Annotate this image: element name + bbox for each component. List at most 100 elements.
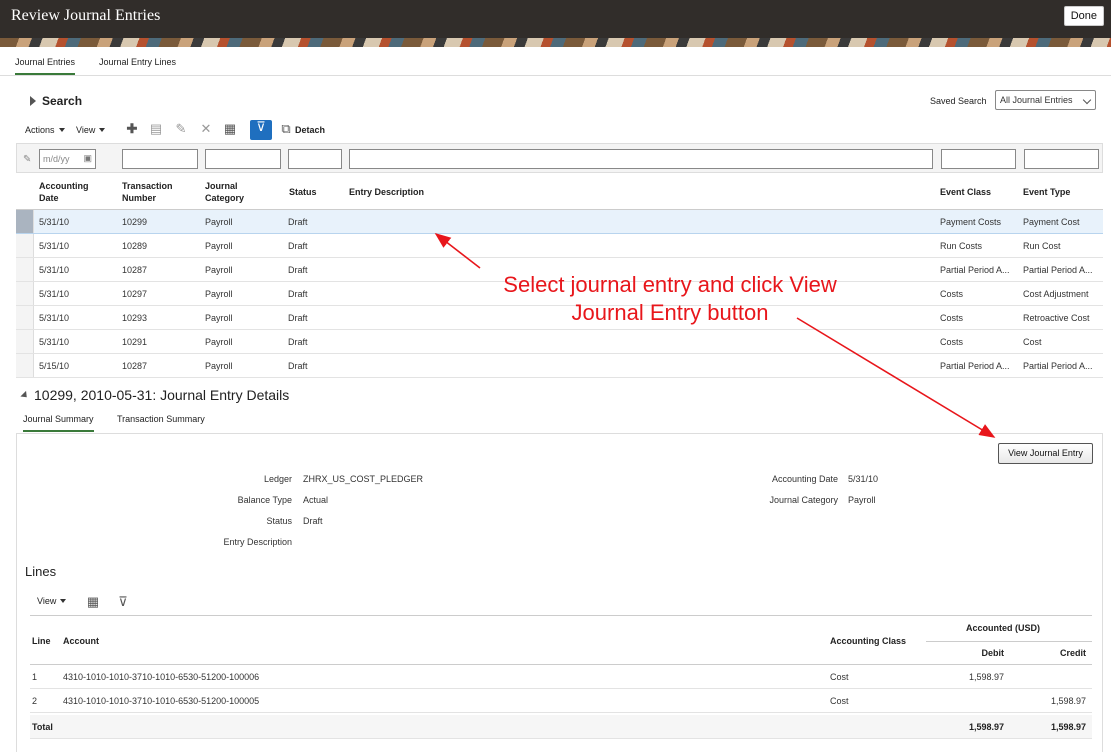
- row-selector[interactable]: [16, 210, 34, 233]
- total-row: Total 1,598.97 1,598.97: [30, 715, 1092, 739]
- details-title: 10299, 2010-05-31: Journal Entry Details: [34, 387, 290, 403]
- col-entry-description[interactable]: Entry Description: [349, 186, 424, 198]
- cell-transaction-number: 10287: [122, 361, 148, 371]
- table-row[interactable]: 5/31/10 10289 Payroll Draft Run Costs Ru…: [16, 234, 1103, 258]
- edit-icon[interactable]: ✎: [174, 122, 188, 136]
- saved-search-select[interactable]: All Journal Entries: [995, 90, 1096, 110]
- filter-status[interactable]: [288, 149, 342, 169]
- row-selector[interactable]: [16, 282, 34, 305]
- field-label-accounting-date: Accounting Date: [771, 474, 838, 484]
- filter-event-type[interactable]: [1024, 149, 1099, 169]
- row-selector[interactable]: [16, 354, 34, 377]
- view-journal-entry-button[interactable]: View Journal Entry: [998, 443, 1093, 464]
- cell-event-class: Costs: [940, 289, 964, 299]
- filter-icon[interactable]: ⊽: [250, 120, 272, 140]
- actions-menu[interactable]: Actions: [25, 125, 65, 135]
- col-line[interactable]: Line: [32, 636, 51, 646]
- table-row[interactable]: 5/31/10 10299 Payroll Draft Payment Cost…: [16, 210, 1103, 234]
- cell-accounting-date: 5/31/10: [39, 265, 70, 275]
- table-row[interactable]: 5/31/10 10291 Payroll Draft Costs Cost: [16, 330, 1103, 354]
- filter-accounting-date[interactable]: m/d/yy ▣: [39, 149, 96, 169]
- view-journal-icon[interactable]: ▦: [86, 595, 100, 609]
- cell-journal-category: Payroll: [205, 217, 233, 227]
- lines-view-label: View: [37, 596, 57, 606]
- cell-event-type: Payment Cost: [1023, 217, 1080, 227]
- cell-event-class: Costs: [940, 337, 964, 347]
- col-event-type[interactable]: Event Type: [1023, 186, 1070, 198]
- cell-status: Draft: [288, 361, 308, 371]
- view-menu[interactable]: View: [76, 125, 106, 135]
- filter-transaction-number[interactable]: [122, 149, 198, 169]
- col-journal-category[interactable]: Journal Category: [205, 180, 275, 204]
- view-journal-icon[interactable]: ▦: [223, 122, 237, 136]
- cell-accounting-date: 5/31/10: [39, 289, 70, 299]
- cell-journal-category: Payroll: [205, 337, 233, 347]
- cell-credit: 1,598.97: [1050, 696, 1086, 706]
- actions-label: Actions: [25, 125, 55, 135]
- details-tabs: Journal Summary Transaction Summary: [16, 410, 1103, 434]
- cell-event-class: Partial Period A...: [940, 265, 1010, 275]
- col-event-class[interactable]: Event Class: [940, 186, 991, 198]
- cell-transaction-number: 10299: [122, 217, 148, 227]
- tab-journal-entry-lines[interactable]: Journal Entry Lines: [99, 57, 176, 67]
- col-status[interactable]: Status: [289, 186, 317, 198]
- add-icon[interactable]: ✚: [125, 122, 139, 136]
- saved-search-label: Saved Search: [930, 96, 987, 106]
- tab-journal-entries[interactable]: Journal Entries: [15, 57, 76, 75]
- filter-icon[interactable]: ⊽: [116, 595, 130, 609]
- col-accounting-class[interactable]: Accounting Class: [830, 636, 906, 646]
- filter-event-class[interactable]: [941, 149, 1016, 169]
- grid-toolbar: Actions View ✚ ▤ ✎ ✕ ▦ ⊽ ⧉ Detach: [25, 120, 525, 140]
- header-divider: [926, 641, 1092, 642]
- cell-event-type: Partial Period A...: [1023, 265, 1093, 275]
- cell-status: Draft: [288, 241, 308, 251]
- cell-debit: 1,598.97: [968, 672, 1004, 682]
- col-credit[interactable]: Credit: [1050, 648, 1086, 658]
- row-selector[interactable]: [16, 258, 34, 281]
- title-bar: Review Journal Entries Done: [0, 0, 1111, 38]
- details-header[interactable]: 10299, 2010-05-31: Journal Entry Details: [20, 387, 290, 403]
- col-transaction-number[interactable]: Transaction Number: [122, 180, 192, 204]
- field-value-balance-type: Actual: [303, 495, 329, 505]
- cell-accounting-date: 5/31/10: [39, 337, 70, 347]
- field-label-ledger: Ledger: [263, 474, 292, 484]
- cell-accounting-date: 5/31/10: [39, 241, 70, 251]
- cell-journal-category: Payroll: [205, 313, 233, 323]
- tab-journal-summary[interactable]: Journal Summary: [23, 414, 94, 432]
- detach-icon[interactable]: ⧉: [279, 122, 293, 136]
- cell-event-type: Cost Adjustment: [1023, 289, 1089, 299]
- filter-journal-category[interactable]: [205, 149, 281, 169]
- row-selector[interactable]: [16, 306, 34, 329]
- cell-transaction-number: 10287: [122, 265, 148, 275]
- date-placeholder: m/d/yy: [43, 154, 70, 164]
- tab-transaction-summary[interactable]: Transaction Summary: [117, 414, 205, 424]
- cell-account: 4310-1010-1010-3710-1010-6530-51200-1000…: [63, 696, 260, 706]
- table-row[interactable]: 2 4310-1010-1010-3710-1010-6530-51200-10…: [30, 689, 1092, 713]
- filter-entry-description[interactable]: [349, 149, 933, 169]
- cell-event-type: Cost: [1023, 337, 1042, 347]
- field-value-ledger: ZHRX_US_COST_PLEDGER: [303, 474, 424, 484]
- lines-view-menu[interactable]: View: [37, 596, 67, 606]
- cell-journal-category: Payroll: [205, 241, 233, 251]
- cell-accounting-class: Cost: [830, 672, 849, 682]
- table-row[interactable]: 5/15/10 10287 Payroll Draft Partial Peri…: [16, 354, 1103, 378]
- field-value-accounting-date: 5/31/10: [848, 474, 879, 484]
- row-selector[interactable]: [16, 234, 34, 257]
- col-accounting-date[interactable]: Accounting Date: [39, 180, 109, 204]
- search-toggle[interactable]: Search: [30, 94, 82, 108]
- table-row[interactable]: 1 4310-1010-1010-3710-1010-6530-51200-10…: [30, 665, 1092, 689]
- row-selector[interactable]: [16, 330, 34, 353]
- cell-accounting-date: 5/31/10: [39, 313, 70, 323]
- expand-triangle-icon: [30, 96, 36, 106]
- delete-icon[interactable]: ▤: [149, 122, 163, 136]
- calendar-icon[interactable]: ▣: [83, 153, 92, 164]
- filter-row: ✎ m/d/yy ▣: [16, 143, 1103, 173]
- view-label: View: [76, 125, 96, 135]
- col-account[interactable]: Account: [63, 636, 99, 646]
- detach-button[interactable]: Detach: [295, 125, 325, 135]
- cell-journal-category: Payroll: [205, 289, 233, 299]
- done-button[interactable]: Done: [1063, 6, 1104, 26]
- close-icon[interactable]: ✕: [199, 122, 213, 136]
- col-debit[interactable]: Debit: [978, 648, 1005, 658]
- cell-event-class: Costs: [940, 313, 964, 323]
